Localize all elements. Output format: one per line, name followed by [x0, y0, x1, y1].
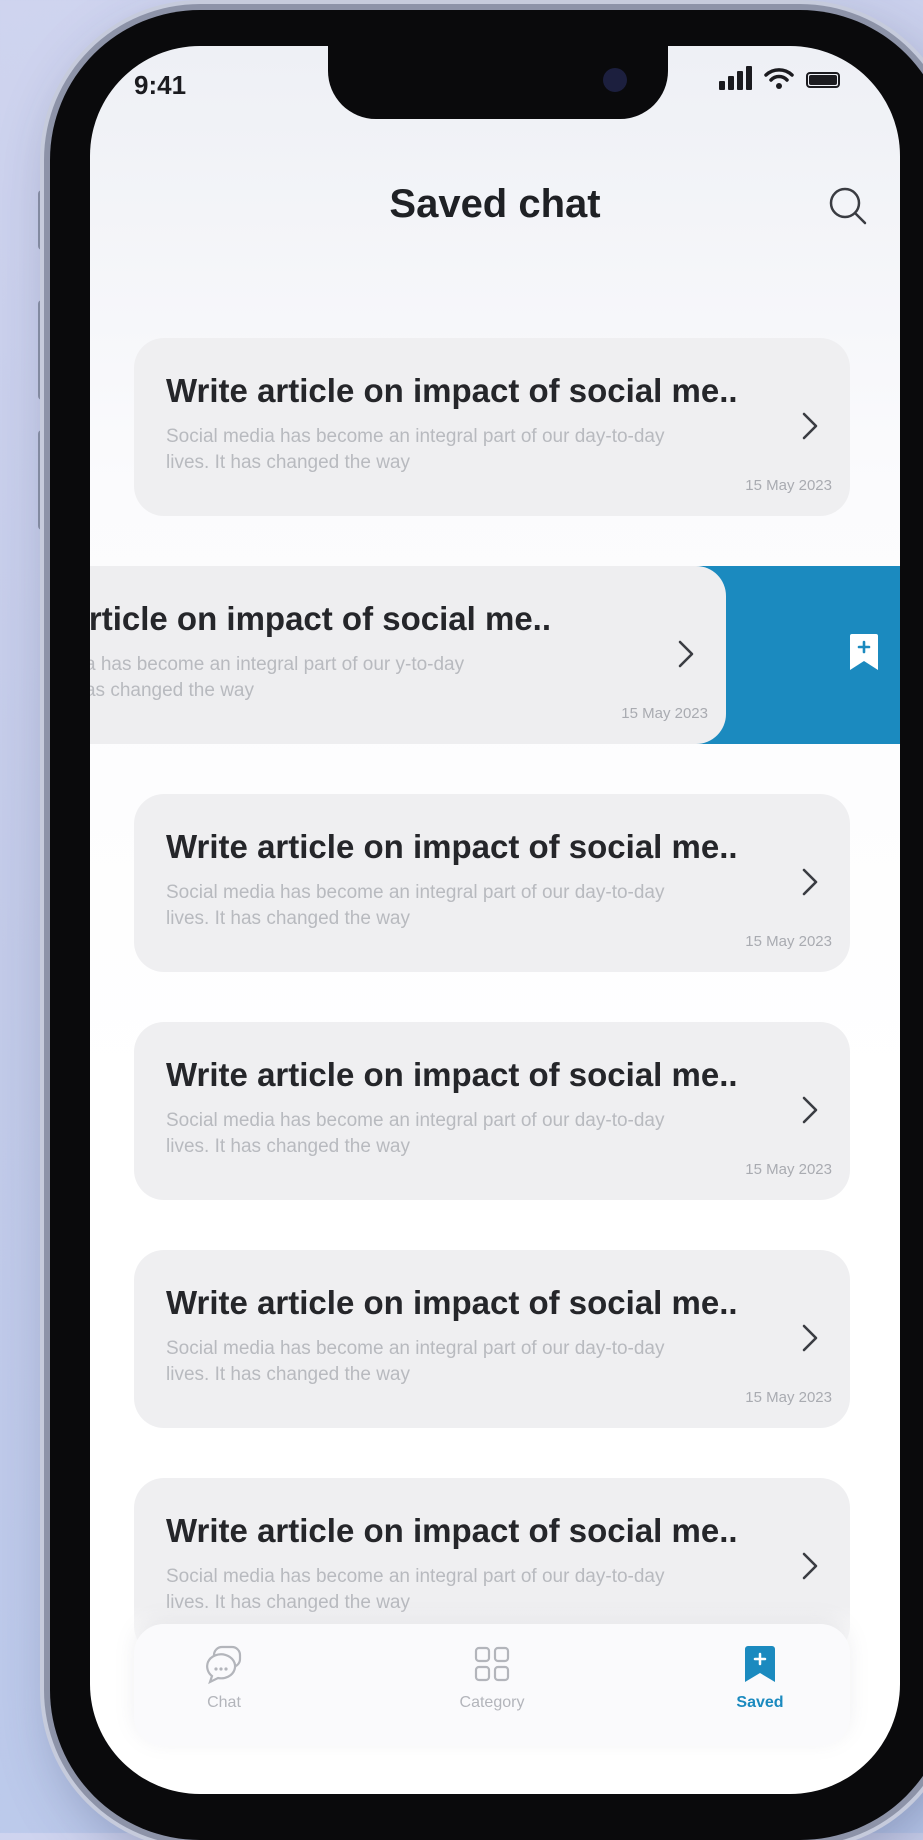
chevron-right-icon[interactable]	[798, 1320, 822, 1356]
signal-icon	[719, 66, 752, 90]
chat-card[interactable]: Write article on impact of social me.. So…	[134, 794, 850, 972]
phone-side-button	[38, 190, 46, 250]
chevron-right-icon[interactable]	[798, 1092, 822, 1128]
bookmark-add-icon[interactable]	[848, 628, 880, 676]
chevron-right-icon[interactable]	[798, 408, 822, 444]
status-time: 9:41	[134, 70, 187, 100]
bottom-tab-bar: Chat Category Saved	[134, 1624, 850, 1746]
chat-preview: Social media has become an integral part…	[166, 1110, 665, 1157]
chat-bubbles-icon	[206, 1645, 242, 1685]
chat-card-content[interactable]: rite article on impact of social me.. cia…	[90, 566, 726, 744]
chat-card[interactable]: Write article on impact of social me.. So…	[134, 338, 850, 516]
chat-title: Write article on impact of social me..	[166, 1284, 738, 1321]
grid-icon	[474, 1646, 510, 1682]
battery-icon	[806, 72, 840, 88]
chat-date: 15 May 2023	[745, 933, 832, 950]
phone-volume-up-button	[38, 300, 46, 400]
tab-chat-label: Chat	[207, 1694, 241, 1711]
chevron-right-icon[interactable]	[798, 1548, 822, 1584]
chat-date: 15 May 2023	[745, 477, 832, 494]
phone-volume-down-button	[38, 430, 46, 530]
chevron-right-icon[interactable]	[674, 636, 698, 672]
chat-title: Write article on impact of social me..	[166, 1056, 738, 1093]
tab-saved-label: Saved	[736, 1694, 784, 1711]
app-screen: 9:41 Saved chat Write article on impact …	[90, 46, 900, 1794]
chat-preview: Social media has become an integral part…	[166, 426, 665, 473]
chat-preview: Social media has become an integral part…	[166, 1338, 665, 1385]
chat-title: Write article on impact of social me..	[166, 1512, 738, 1549]
chat-preview: Social media has become an integral part…	[166, 882, 665, 929]
chat-title: Write article on impact of social me..	[166, 372, 738, 409]
tab-category[interactable]: Category	[412, 1642, 572, 1712]
chat-title: Write article on impact of social me..	[166, 828, 738, 865]
chat-date: 15 May 2023	[745, 1389, 832, 1406]
chat-date: 15 May 2023	[745, 1161, 832, 1178]
bookmark-icon	[745, 1646, 775, 1682]
tab-chat[interactable]: Chat	[144, 1642, 304, 1712]
chat-card[interactable]: Write article on impact of social me.. So…	[134, 1250, 850, 1428]
notch	[328, 46, 668, 119]
tab-category-label: Category	[459, 1694, 525, 1711]
status-icons	[719, 66, 840, 90]
chat-card[interactable]: Write article on impact of social me.. So…	[134, 1022, 850, 1200]
wifi-icon	[764, 68, 794, 89]
tab-saved[interactable]: Saved	[680, 1642, 840, 1712]
page-title: Saved chat	[389, 182, 601, 226]
search-icon[interactable]	[826, 184, 870, 228]
chat-date: 15 May 2023	[621, 705, 708, 722]
chevron-right-icon[interactable]	[798, 864, 822, 900]
chat-card[interactable]: rite article on impact of social me.. cia…	[90, 566, 900, 744]
chat-preview: cial media has become an integral part o…	[90, 654, 465, 701]
camera-icon	[603, 68, 627, 92]
chat-title: rite article on impact of social me..	[90, 600, 552, 637]
